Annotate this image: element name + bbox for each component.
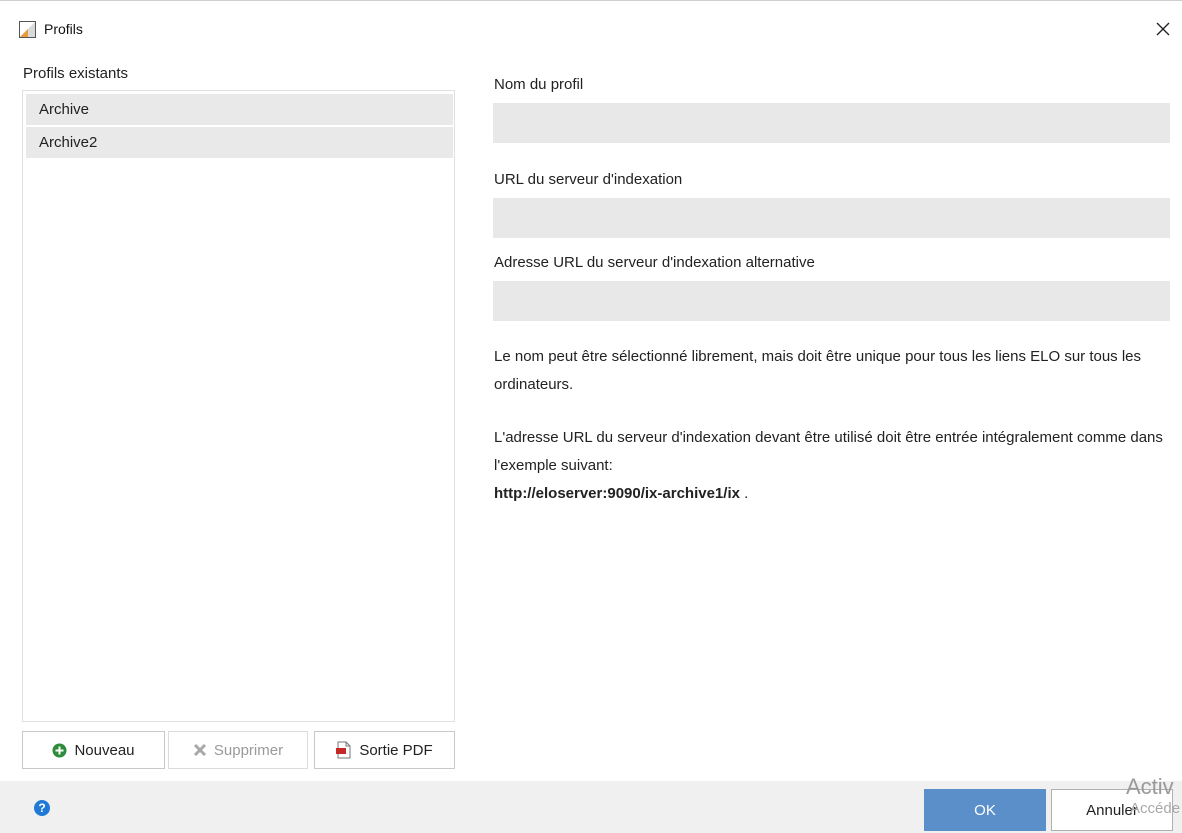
new-profile-button[interactable]: Nouveau [22,731,165,769]
delete-profile-label: Supprimer [213,741,284,759]
info-url-text: L'adresse URL du serveur d'indexation de… [494,429,1163,474]
profile-name-input[interactable] [493,103,1170,143]
window-title: Profils [44,21,83,37]
close-button[interactable] [1150,15,1176,43]
help-icon[interactable]: ? [34,800,50,816]
profile-list-item[interactable]: Archive [26,94,453,125]
alt-index-server-url-input[interactable] [493,281,1170,321]
close-icon [1156,22,1170,36]
profile-list[interactable]: Archive Archive2 [22,90,455,722]
pdf-export-button[interactable]: Sortie PDF [314,731,455,769]
ok-button[interactable]: OK [924,789,1046,831]
title-bar: Profils [0,0,1182,58]
profile-name-label: Nom du profil [494,76,584,93]
example-url-suffix: . [739,485,749,502]
example-url: http://eloserver:9090/ix-archive1/ix [494,485,740,502]
plus-circle-icon [52,743,67,757]
pdf-icon [336,741,351,759]
new-profile-label: Nouveau [74,741,135,759]
existing-profiles-label: Profils existants [23,65,129,82]
index-server-url-input[interactable] [493,198,1170,238]
x-icon [193,743,206,757]
alt-index-server-url-label: Adresse URL du serveur d'indexation alte… [494,254,815,271]
profile-list-item[interactable]: Archive2 [26,127,453,158]
info-name-hint: Le nom peut être sélectionné librement, … [494,348,1142,393]
cancel-button[interactable]: Annuler [1051,789,1173,831]
info-url-hint: L'adresse URL du serveur d'indexation de… [494,424,1174,508]
pdf-export-label: Sortie PDF [359,741,433,759]
elo-profile-icon [19,21,36,38]
index-server-url-label: URL du serveur d'indexation [494,171,683,188]
delete-profile-button[interactable]: Supprimer [168,731,308,769]
